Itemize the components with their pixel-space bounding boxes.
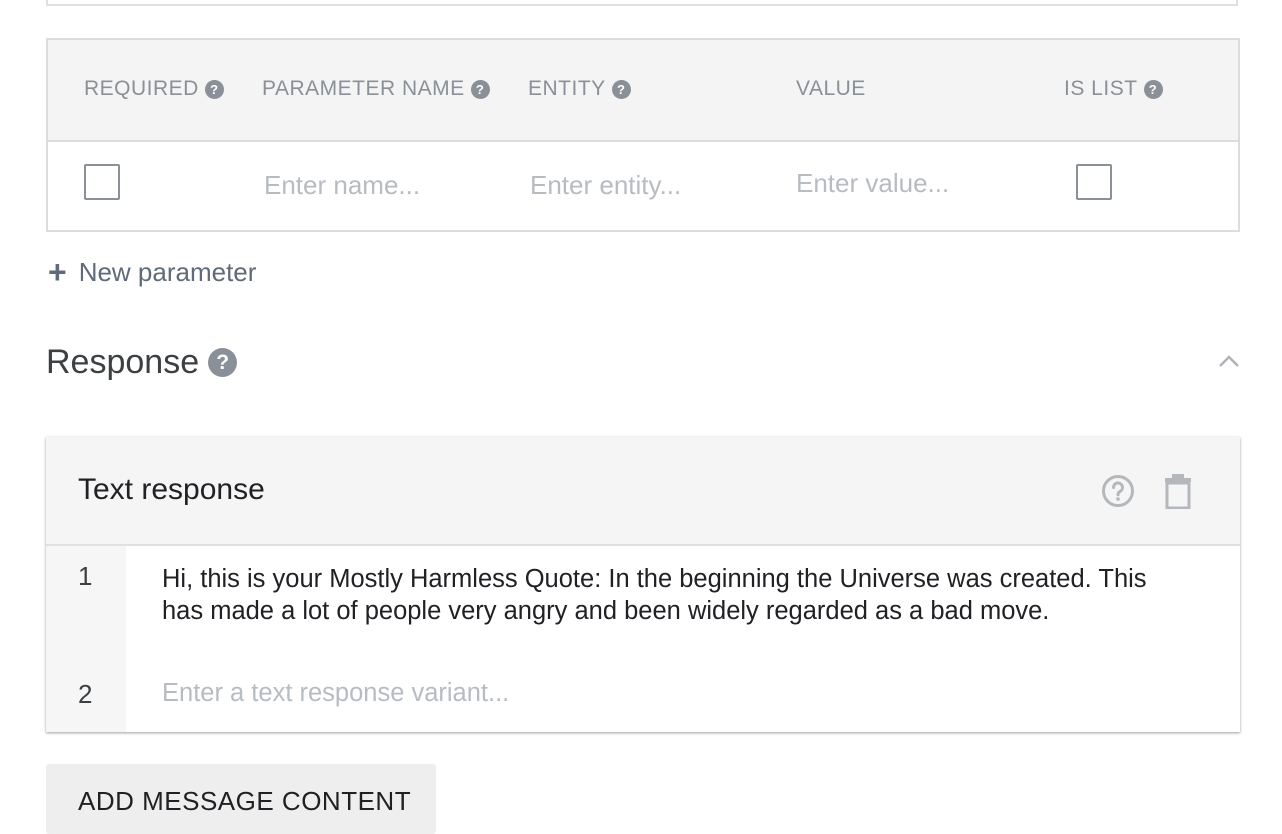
parameter-name-input[interactable] xyxy=(264,170,504,201)
text-response-card: Text response 1 Hi, this is your Mostly … xyxy=(46,437,1240,732)
column-header-label: IS LIST xyxy=(1064,77,1138,100)
add-message-content-button[interactable]: ADD MESSAGE CONTENT xyxy=(46,764,436,834)
response-title: Response xyxy=(46,343,200,381)
new-parameter-label: New parameter xyxy=(78,256,257,287)
question-circle-icon[interactable]: ? xyxy=(208,348,238,377)
column-header-is-list: IS LIST ? xyxy=(1064,77,1163,101)
variant-number: 2 xyxy=(78,679,93,709)
text-response-title: Text response xyxy=(78,473,265,506)
column-header-parameter-name: PARAMETER NAME ? xyxy=(262,77,490,101)
column-header-label: REQUIRED xyxy=(84,77,199,100)
new-parameter-button[interactable]: + New parameter xyxy=(48,256,256,288)
column-header-entity: ENTITY ? xyxy=(528,77,631,101)
add-message-content-label: ADD MESSAGE CONTENT xyxy=(78,786,412,816)
plus-icon: + xyxy=(48,254,67,290)
text-response-card-header: Text response xyxy=(46,437,1240,546)
is-list-checkbox[interactable] xyxy=(1076,164,1112,200)
column-header-value: VALUE xyxy=(796,77,866,101)
column-header-label: VALUE xyxy=(796,77,866,100)
trash-icon[interactable] xyxy=(1161,473,1195,509)
question-circle-icon[interactable] xyxy=(1101,474,1135,508)
required-checkbox[interactable] xyxy=(84,164,120,200)
question-circle-icon[interactable]: ? xyxy=(470,79,490,99)
text-response-variant[interactable]: Hi, this is your Mostly Harmless Quote: … xyxy=(162,563,1172,627)
chevron-up-icon[interactable] xyxy=(1214,350,1244,374)
value-input[interactable] xyxy=(796,168,1036,199)
column-header-label: PARAMETER NAME xyxy=(262,77,465,100)
parameters-table: REQUIRED ? PARAMETER NAME ? ENTITY ? VAL… xyxy=(46,38,1240,232)
question-circle-icon[interactable]: ? xyxy=(611,79,631,99)
question-circle-icon[interactable]: ? xyxy=(204,79,224,99)
text-response-variant-input[interactable] xyxy=(162,679,1162,708)
previous-section-box xyxy=(46,0,1238,6)
parameters-table-header: REQUIRED ? PARAMETER NAME ? ENTITY ? VAL… xyxy=(48,40,1238,142)
entity-input[interactable] xyxy=(530,170,770,201)
column-header-required: REQUIRED ? xyxy=(84,77,224,101)
variant-number: 1 xyxy=(78,561,93,591)
column-header-label: ENTITY xyxy=(528,77,606,100)
question-circle-icon[interactable]: ? xyxy=(1143,79,1163,99)
response-section-header: Response ? xyxy=(46,343,238,382)
parameter-row xyxy=(48,140,1238,230)
